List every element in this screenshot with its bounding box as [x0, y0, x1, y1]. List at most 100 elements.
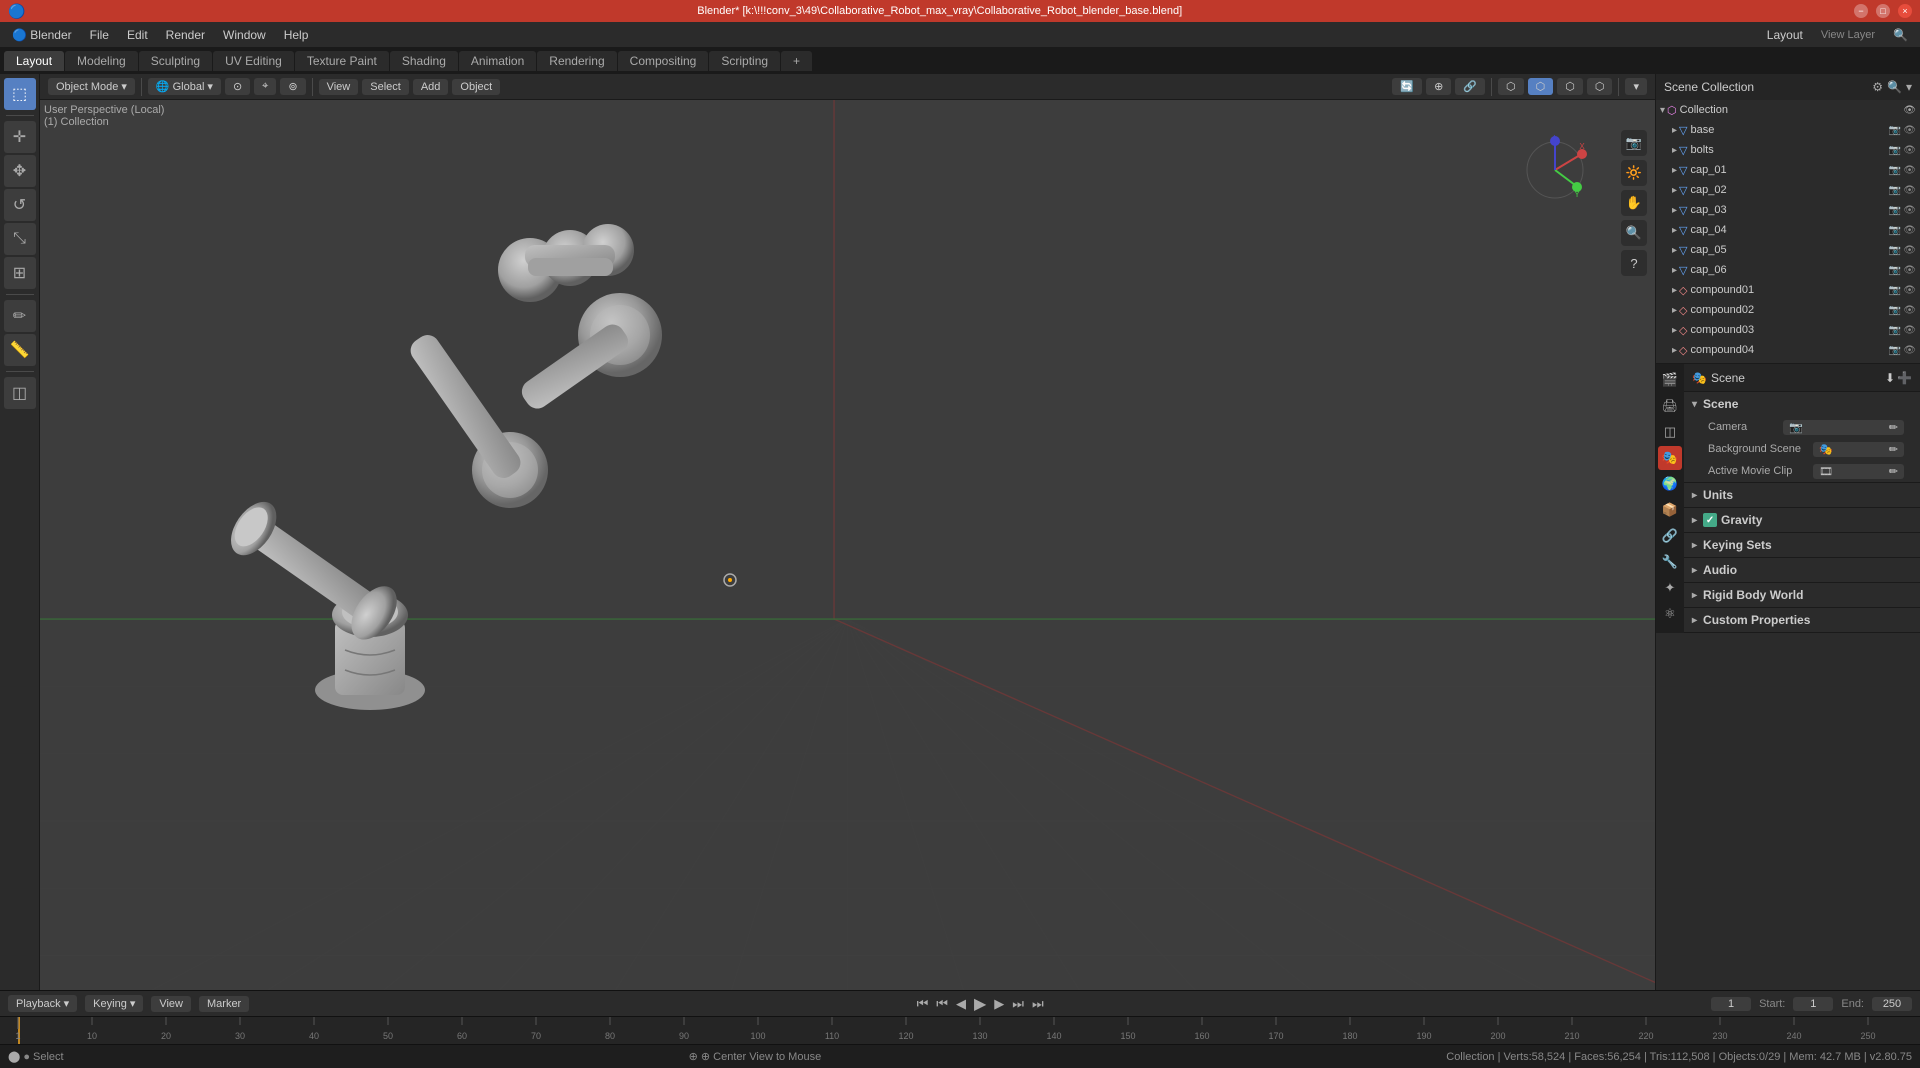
outliner-base[interactable]: ▸ ▽ base 📷 👁	[1656, 120, 1920, 140]
outliner-collection[interactable]: ▾ ⬡ Collection 👁	[1656, 100, 1920, 120]
prop-viewlayer-icon[interactable]: ◫	[1658, 420, 1682, 444]
prop-output-icon[interactable]: 🖨	[1658, 394, 1682, 418]
units-section-header[interactable]: ▸ Units	[1684, 483, 1920, 507]
tab-modeling[interactable]: Modeling	[65, 51, 138, 71]
step-forward-btn[interactable]: ▶	[992, 996, 1006, 1012]
tool-annotate[interactable]: ✏	[4, 300, 36, 332]
visibility-icon[interactable]: 👁	[1903, 105, 1916, 116]
tab-shading[interactable]: Shading	[390, 51, 458, 71]
close-button[interactable]: ×	[1898, 4, 1912, 18]
minimize-button[interactable]: −	[1854, 4, 1868, 18]
gravity-checkbox[interactable]: ✓	[1703, 513, 1717, 527]
camera-select[interactable]: 📷 ✏	[1783, 420, 1904, 435]
outliner-filter-icon[interactable]: ⚙	[1872, 80, 1883, 94]
vp-grab-btn[interactable]: ✋	[1621, 190, 1647, 216]
vp-wire-btn[interactable]: ⬡	[1498, 78, 1524, 95]
prop-particles-icon[interactable]: ✦	[1658, 576, 1682, 600]
nav-gizmo-container[interactable]: X Y Z	[1520, 135, 1590, 208]
jump-end-btn[interactable]: ⏭	[1030, 996, 1046, 1012]
snapping-btn[interactable]: ⌖	[254, 78, 276, 95]
outliner-compound02[interactable]: ▸ ◇ compound02 📷 👁	[1656, 300, 1920, 320]
vp-render-btn[interactable]: ⬡	[1587, 78, 1613, 95]
view-menu-btn[interactable]: View	[319, 79, 359, 95]
nav-gizmo[interactable]: X Y Z	[1520, 135, 1590, 205]
prop-render-icon[interactable]: 🎬	[1658, 368, 1682, 392]
outliner-cap05[interactable]: ▸ ▽ cap_05 📷 👁	[1656, 240, 1920, 260]
object-menu-btn[interactable]: Object	[452, 79, 500, 95]
vp-solid-btn[interactable]: ⬡	[1528, 78, 1554, 95]
outliner-cap01[interactable]: ▸ ▽ cap_01 📷 👁	[1656, 160, 1920, 180]
movie-clip-select[interactable]: 🎞 ✏	[1813, 464, 1904, 479]
menu-edit[interactable]: Edit	[119, 26, 156, 44]
view-menu[interactable]: View	[151, 996, 191, 1012]
vp-snap-btn[interactable]: 🔗	[1455, 78, 1485, 95]
viewport[interactable]: Object Mode ▾ 🌐 Global ▾ ⊙ ⌖ ⊚ View Sele…	[40, 74, 1655, 990]
tab-compositing[interactable]: Compositing	[618, 51, 709, 71]
custom-section-header[interactable]: ▸ Custom Properties	[1684, 608, 1920, 632]
outliner-search-icon[interactable]: 🔍	[1887, 80, 1902, 94]
menu-help[interactable]: Help	[276, 26, 317, 44]
prop-scene-icon[interactable]: 🎭	[1658, 446, 1682, 470]
prop-world-icon[interactable]: 🌍	[1658, 472, 1682, 496]
tab-rendering[interactable]: Rendering	[537, 51, 616, 71]
vp-gizmo-btn[interactable]: ⊕	[1426, 78, 1451, 95]
vp-render-mode-btn[interactable]: 🔆	[1621, 160, 1647, 186]
menu-window[interactable]: Window	[215, 26, 274, 44]
jump-start-btn[interactable]: ⏮	[915, 996, 931, 1012]
vp-settings-btn[interactable]: ▾	[1625, 78, 1647, 95]
viewport-canvas[interactable]: User Perspective (Local) (1) Collection …	[40, 100, 1655, 990]
tool-cursor[interactable]: ✛	[4, 121, 36, 153]
outliner-cap02[interactable]: ▸ ▽ cap_02 📷 👁	[1656, 180, 1920, 200]
outliner-cap04[interactable]: ▸ ▽ cap_04 📷 👁	[1656, 220, 1920, 240]
pencil-icon-3[interactable]: ✏	[1889, 465, 1898, 478]
add-menu-btn[interactable]: Add	[413, 79, 449, 95]
vp-overlay-btn[interactable]: 🔄	[1392, 78, 1422, 95]
tool-extra[interactable]: ◫	[4, 377, 36, 409]
tab-sculpting[interactable]: Sculpting	[139, 51, 212, 71]
search-btn[interactable]: 🔍	[1885, 26, 1916, 44]
step-back-btn[interactable]: ◀	[954, 996, 968, 1012]
playback-menu[interactable]: Playback ▾	[8, 995, 77, 1012]
outliner-compound03[interactable]: ▸ ◇ compound03 📷 👁	[1656, 320, 1920, 340]
vp-camera-btn[interactable]: 📷	[1621, 130, 1647, 156]
pencil-icon[interactable]: ✏	[1889, 421, 1898, 434]
proportional-btn[interactable]: ⊚	[280, 78, 305, 95]
current-frame-display[interactable]: 1	[1711, 997, 1751, 1011]
outliner-compound04[interactable]: ▸ ◇ compound04 📷 👁	[1656, 340, 1920, 360]
bg-scene-select[interactable]: 🎭 ✏	[1813, 442, 1904, 457]
keying-section-header[interactable]: ▸ Keying Sets	[1684, 533, 1920, 557]
tool-transform[interactable]: ⊞	[4, 257, 36, 289]
tab-layout[interactable]: Layout	[4, 51, 64, 71]
prop-constraints-icon[interactable]: 🔗	[1658, 524, 1682, 548]
vp-material-btn[interactable]: ⬡	[1557, 78, 1583, 95]
maximize-button[interactable]: □	[1876, 4, 1890, 18]
tab-texture-paint[interactable]: Texture Paint	[295, 51, 389, 71]
vp-zoom-btn[interactable]: 🔍	[1621, 220, 1647, 246]
select-menu-btn[interactable]: Select	[362, 79, 409, 95]
menu-render[interactable]: Render	[158, 26, 213, 44]
pivot-selector[interactable]: ⊙	[225, 78, 250, 95]
outliner-compound01[interactable]: ▸ ◇ compound01 📷 👁	[1656, 280, 1920, 300]
audio-section-header[interactable]: ▸ Audio	[1684, 558, 1920, 582]
outliner-bolts[interactable]: ▸ ▽ bolts 📷 👁	[1656, 140, 1920, 160]
pencil-icon-2[interactable]: ✏	[1889, 443, 1898, 456]
outliner-cap06[interactable]: ▸ ▽ cap_06 📷 👁	[1656, 260, 1920, 280]
start-frame[interactable]: 1	[1793, 997, 1833, 1011]
end-frame[interactable]: 250	[1872, 997, 1912, 1011]
prop-modifiers-icon[interactable]: 🔧	[1658, 550, 1682, 574]
window-controls[interactable]: − □ ×	[1854, 4, 1912, 18]
prev-keyframe-btn[interactable]: ⏮	[934, 996, 950, 1012]
tab-add[interactable]: +	[781, 51, 812, 71]
play-btn[interactable]: ▶	[972, 994, 988, 1014]
visibility-eye-icon[interactable]: 👁	[1903, 125, 1916, 136]
tool-measure[interactable]: 📏	[4, 334, 36, 366]
tool-scale[interactable]: ⤡	[4, 223, 36, 255]
marker-menu[interactable]: Marker	[199, 996, 249, 1012]
prop-object-icon[interactable]: 📦	[1658, 498, 1682, 522]
tab-uv-editing[interactable]: UV Editing	[213, 51, 294, 71]
outliner-cap03[interactable]: ▸ ▽ cap_03 📷 👁	[1656, 200, 1920, 220]
global-selector[interactable]: 🌐 Global ▾	[148, 78, 221, 95]
outliner-settings-icon[interactable]: ▾	[1906, 80, 1912, 94]
keying-menu[interactable]: Keying ▾	[85, 995, 143, 1012]
tool-rotate[interactable]: ↺	[4, 189, 36, 221]
